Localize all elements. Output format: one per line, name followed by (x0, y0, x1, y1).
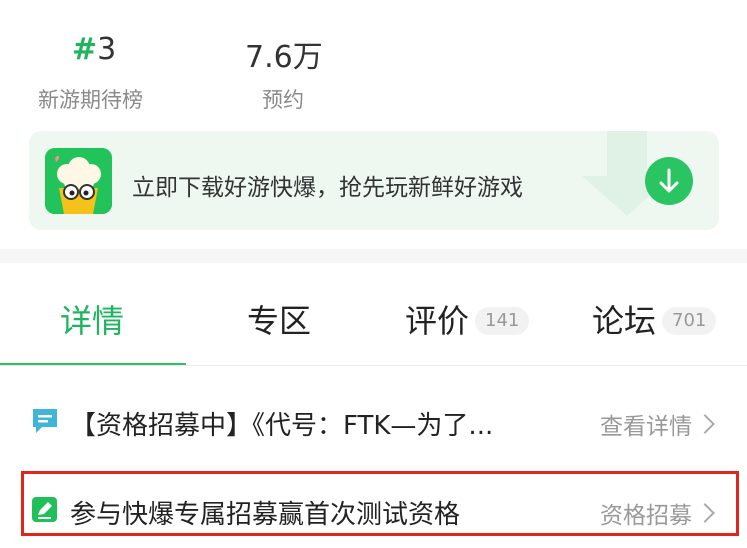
view-details-link[interactable]: 查看详情 (600, 407, 715, 441)
tabs-divider (0, 365, 747, 366)
qualification-recruit-label: 资格招募 (600, 503, 692, 529)
download-banner[interactable]: 立即下载好游快爆，抢先玩新鲜好游戏 (29, 131, 719, 230)
section-divider (0, 249, 747, 263)
tab-details-label: 详情 (60, 302, 125, 340)
banner-text: 立即下载好游快爆，抢先玩新鲜好游戏 (132, 175, 523, 201)
chevron-right-icon (695, 414, 715, 434)
rank-number: 3 (97, 32, 117, 67)
tab-zone[interactable]: 专区 (247, 296, 311, 342)
rank-hash: # (72, 32, 98, 67)
recruit-notice-text[interactable]: 【资格招募中】《代号：FTK—为了... (70, 405, 493, 442)
rank-label: 新游期待榜 (38, 88, 143, 112)
download-arrow-icon (659, 168, 679, 193)
tab-forum[interactable]: 论坛 701 (592, 296, 717, 342)
download-button[interactable] (645, 157, 693, 205)
popcorn-mascot-icon (45, 148, 112, 214)
chevron-right-icon (695, 503, 715, 523)
tab-reviews[interactable]: 评价 141 (405, 296, 530, 342)
message-icon (30, 406, 60, 440)
tab-reviews-label: 评价 (405, 302, 470, 340)
tab-details[interactable]: 详情 (60, 296, 124, 342)
qualification-recruit-link[interactable]: 资格招募 (600, 496, 715, 530)
view-details-label: 查看详情 (600, 414, 692, 440)
rank-value: #3 (72, 32, 116, 67)
reservation-count: 7.6万 (245, 40, 323, 75)
exclusive-recruit-text[interactable]: 参与快爆专属招募赢首次测试资格 (70, 494, 460, 531)
reviews-count-badge: 141 (475, 307, 530, 335)
reservation-label: 预约 (262, 88, 304, 112)
edit-icon (31, 496, 58, 527)
tab-forum-label: 论坛 (592, 302, 657, 340)
forum-count-badge: 701 (662, 307, 717, 335)
tab-zone-label: 专区 (247, 302, 312, 340)
